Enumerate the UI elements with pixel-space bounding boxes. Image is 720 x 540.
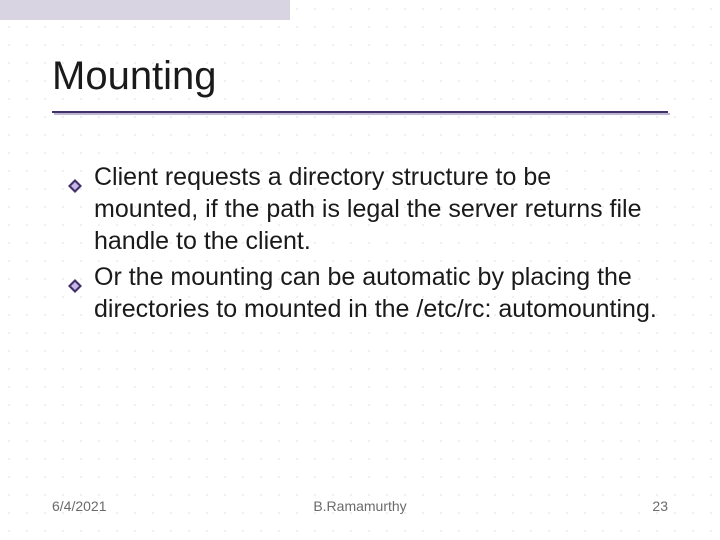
slide-content: Mounting Client requests a directory str… xyxy=(0,0,720,540)
slide-title: Mounting xyxy=(52,54,668,109)
title-underline xyxy=(52,111,668,113)
title-underline-shadow xyxy=(54,113,670,115)
title-underline-line xyxy=(52,111,668,113)
diamond-bullet-icon xyxy=(68,169,82,183)
bullet-text: Client requests a directory structure to… xyxy=(94,163,642,255)
slide-footer: 6/4/2021 B.Ramamurthy 23 xyxy=(0,498,720,514)
diamond-bullet-icon xyxy=(68,269,82,283)
footer-author: B.Ramamurthy xyxy=(313,498,406,514)
footer-page-number: 23 xyxy=(652,498,668,514)
footer-date: 6/4/2021 xyxy=(52,498,107,514)
bullet-text: Or the mounting can be automatic by plac… xyxy=(94,263,657,323)
list-item: Client requests a directory structure to… xyxy=(94,161,660,257)
bullet-list: Client requests a directory structure to… xyxy=(52,161,668,325)
list-item: Or the mounting can be automatic by plac… xyxy=(94,261,660,325)
